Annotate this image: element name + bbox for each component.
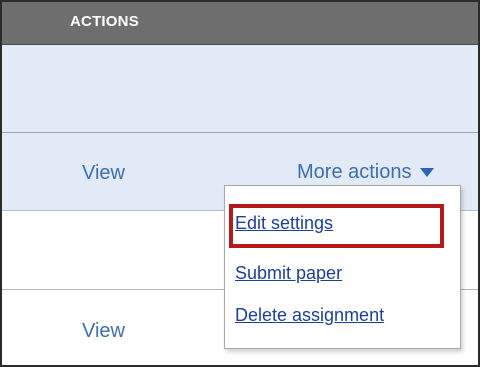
more-actions-dropdown-menu: Edit settings Submit paper Delete assign… — [224, 185, 461, 349]
menu-item-edit-settings[interactable]: Edit settings — [235, 213, 333, 234]
table-header: ACTIONS — [2, 2, 478, 45]
more-actions-button[interactable]: More actions — [297, 161, 434, 184]
table-row — [2, 45, 478, 133]
view-link[interactable]: View — [82, 162, 125, 185]
actions-table: ACTIONS View More actions View Edit sett… — [0, 0, 480, 367]
view-link[interactable]: View — [82, 320, 125, 343]
caret-down-icon — [419, 168, 434, 177]
more-actions-label: More actions — [297, 161, 412, 183]
menu-item-submit-paper[interactable]: Submit paper — [235, 263, 342, 284]
actions-column-header: ACTIONS — [70, 13, 139, 30]
menu-item-delete-assignment[interactable]: Delete assignment — [235, 305, 384, 326]
